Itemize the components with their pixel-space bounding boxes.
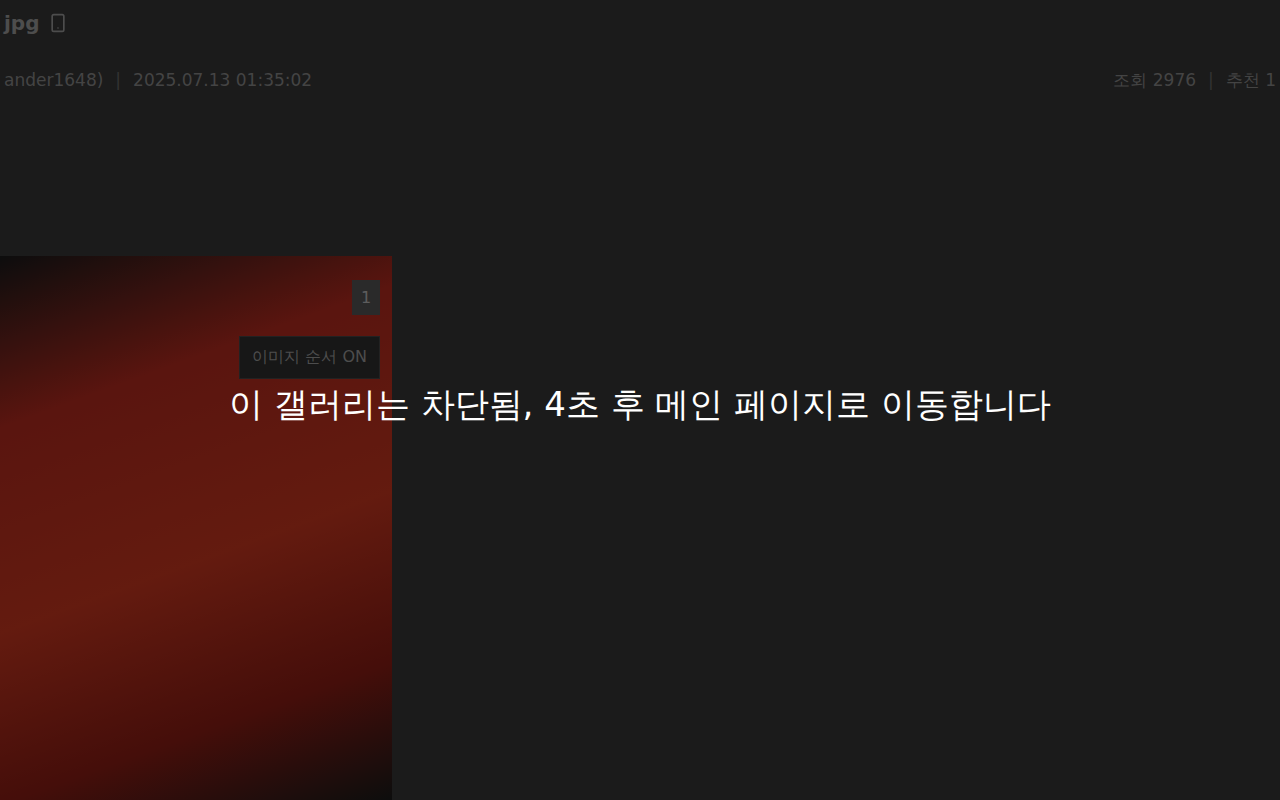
blocked-overlay: 이 갤러리는 차단됨, 4초 후 메인 페이지로 이동합니다 bbox=[0, 0, 1280, 800]
blocked-message: 이 갤러리는 차단됨, 4초 후 메인 페이지로 이동합니다 bbox=[229, 382, 1051, 428]
page: jpgander1648)|2025.07.13 01:35:02조회 2976… bbox=[0, 0, 1280, 800]
